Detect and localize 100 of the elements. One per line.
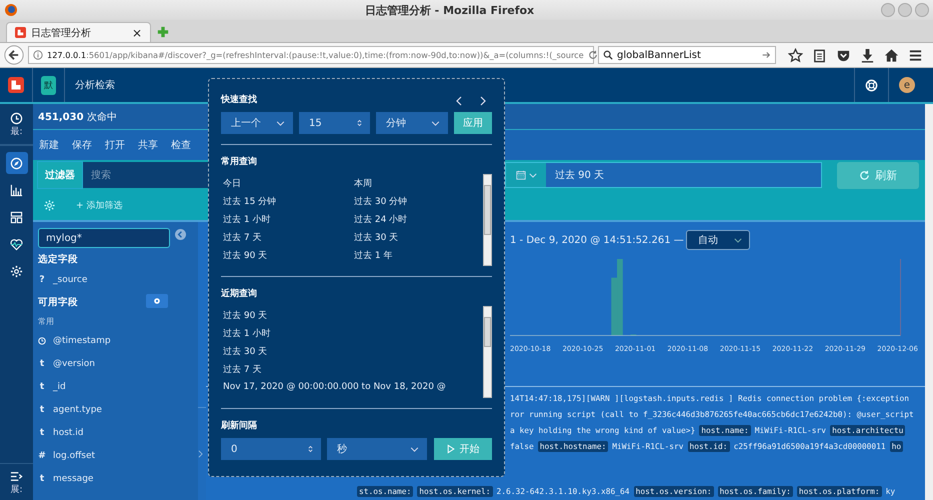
field-type: t (38, 358, 46, 368)
quick-range-link[interactable]: 过去 7 天 (221, 230, 352, 244)
chevron-down-icon (734, 238, 742, 242)
field-name: host.id (53, 428, 84, 438)
field-type: t (38, 474, 46, 484)
filter-tab[interactable]: 过滤器 (37, 161, 83, 189)
chevron-left-icon[interactable] (456, 96, 462, 106)
kibana-logo-icon (15, 27, 26, 38)
chevron-right-icon[interactable] (480, 96, 486, 106)
recent-label[interactable]: 最: (10, 125, 23, 138)
quick-range-link[interactable]: 过去 30 分钟 (352, 194, 483, 208)
direction-select[interactable]: 上一个 (221, 112, 293, 134)
field-type: # (38, 450, 46, 460)
search-text: globalBannerList (617, 50, 702, 60)
star-icon[interactable] (788, 48, 803, 62)
space-badge[interactable]: 默 (41, 76, 56, 94)
interval-select[interactable]: 自动 (686, 230, 750, 250)
time-range-text: 1 - Dec 9, 2020 @ 14:51:52.261 — (510, 234, 684, 246)
recent-range-link[interactable]: 过去 1 小时 (221, 324, 483, 342)
expand-icon[interactable] (10, 470, 23, 483)
quick-range-link[interactable]: 过去 1 年 (352, 248, 483, 262)
menu-link[interactable]: 保存 (72, 138, 92, 152)
scrollbar[interactable] (483, 306, 492, 398)
kibana-logo-icon[interactable] (8, 77, 24, 93)
interval-field[interactable]: 0 (221, 438, 321, 460)
section-heading: 刷新间隔 (221, 419, 258, 432)
field-item[interactable]: ? _source (38, 268, 198, 291)
unit-select[interactable]: 分钟 (376, 112, 448, 134)
reload-icon[interactable] (588, 50, 598, 60)
quick-range-link[interactable]: 过去 24 小时 (352, 212, 483, 226)
field-item[interactable]: t agent.type (38, 398, 198, 421)
menu-link[interactable]: 打开 (105, 138, 125, 152)
field-item[interactable]: @timestamp (38, 329, 198, 352)
dashboard-icon (10, 210, 23, 224)
field-name: _id (53, 382, 66, 392)
quick-range-link[interactable]: 本周 (352, 176, 483, 190)
collapse-icon[interactable] (175, 229, 186, 240)
search-icon (603, 50, 613, 60)
quick-range-link[interactable]: 过去 1 小时 (221, 212, 352, 226)
group-label: 常用 (38, 316, 55, 327)
quick-range-link[interactable]: 过去 30 天 (352, 230, 483, 244)
url-field[interactable]: 127.0.0.1:5601/app/kibana#/discover?_g=(refreshInterval:(pause:!t,value:0),time:(from:now-90d,to:now))&_a=(columns:!(_source (28, 46, 594, 64)
quick-range-link[interactable]: 过去 15 分钟 (221, 194, 352, 208)
menu-link[interactable]: 检查 (171, 138, 191, 152)
url-text: 127.0.0.1:5601/app/kibana#/discover?_g=(refreshInterval:(pause:!t,value:0),time:(from:now-90d,to:now))&_a=(columns:!(_source (47, 50, 584, 60)
stepper-icon[interactable] (308, 444, 313, 454)
field-type: t (38, 404, 46, 414)
field-name: log.offset (53, 450, 96, 460)
chevron-down-icon (276, 120, 285, 126)
expand-label[interactable]: 展: (10, 483, 23, 496)
field-item[interactable]: t @version (38, 352, 198, 375)
play-icon (446, 444, 454, 454)
field-item[interactable]: t host.id (38, 421, 198, 444)
chevron-down-icon (410, 446, 419, 452)
refresh-icon (859, 170, 870, 180)
menu-icon[interactable] (908, 48, 923, 62)
field-type: t (38, 428, 46, 438)
date-field[interactable]: 过去 90 天 (505, 162, 822, 188)
amount-field[interactable]: 15 (299, 112, 370, 134)
section-heading: 可用字段 (38, 296, 78, 309)
tab-close-button[interactable]: × (132, 26, 142, 40)
recent-range-link[interactable]: Nov 17, 2020 @ 00:00:00.000 to Nov 18, 2020 @ (221, 378, 483, 396)
clipboard-icon[interactable] (812, 48, 827, 62)
date-range-text: 过去 90 天 (555, 168, 604, 182)
window-title: 日志管理分析 - Mozilla Firefox (364, 2, 536, 18)
clock-icon[interactable] (10, 112, 23, 125)
scrollbar[interactable] (925, 104, 933, 500)
scrollbar[interactable] (483, 174, 492, 266)
clock-icon (38, 336, 46, 344)
user-avatar[interactable]: e (899, 77, 915, 93)
recent-range-link[interactable]: 过去 30 天 (221, 342, 483, 360)
field-name: @timestamp (53, 336, 111, 346)
home-icon[interactable] (884, 48, 899, 62)
recent-range-link[interactable]: 过去 90 天 (221, 306, 483, 324)
gear-icon[interactable] (43, 198, 56, 212)
app-title: 分析检索 (75, 78, 115, 92)
recent-range-link[interactable]: 过去 7 天 (221, 360, 483, 378)
nav-item[interactable] (6, 152, 28, 174)
menu-link[interactable]: 共享 (138, 138, 158, 152)
field-name: _source (53, 274, 88, 284)
index-pattern-select[interactable]: mylog* (38, 228, 170, 248)
go-arrow-icon[interactable] (761, 50, 771, 60)
settings-icon[interactable] (146, 294, 168, 308)
menu-link[interactable]: 新建 (39, 138, 59, 152)
lifebuoy-icon[interactable] (865, 78, 878, 92)
chevron-down-icon (528, 172, 536, 178)
stepper-icon[interactable] (357, 118, 362, 128)
chevron-down-icon (431, 120, 440, 126)
field-item[interactable]: t _id (38, 375, 198, 398)
search-field[interactable]: globalBannerList (598, 46, 776, 64)
download-icon[interactable] (860, 48, 875, 62)
quick-range-link[interactable]: 过去 90 天 (221, 248, 352, 262)
field-item[interactable]: # log.offset (38, 444, 198, 467)
field-name: agent.type (53, 404, 102, 414)
field-name: message (53, 474, 94, 484)
browser-tab[interactable]: 日志管理分析 × (6, 22, 151, 42)
quick-range-link[interactable]: 今日 (221, 176, 352, 190)
field-item[interactable]: t message (38, 467, 198, 490)
interval-unit-select[interactable]: 秒 (327, 438, 427, 460)
field-type: t (38, 382, 46, 392)
